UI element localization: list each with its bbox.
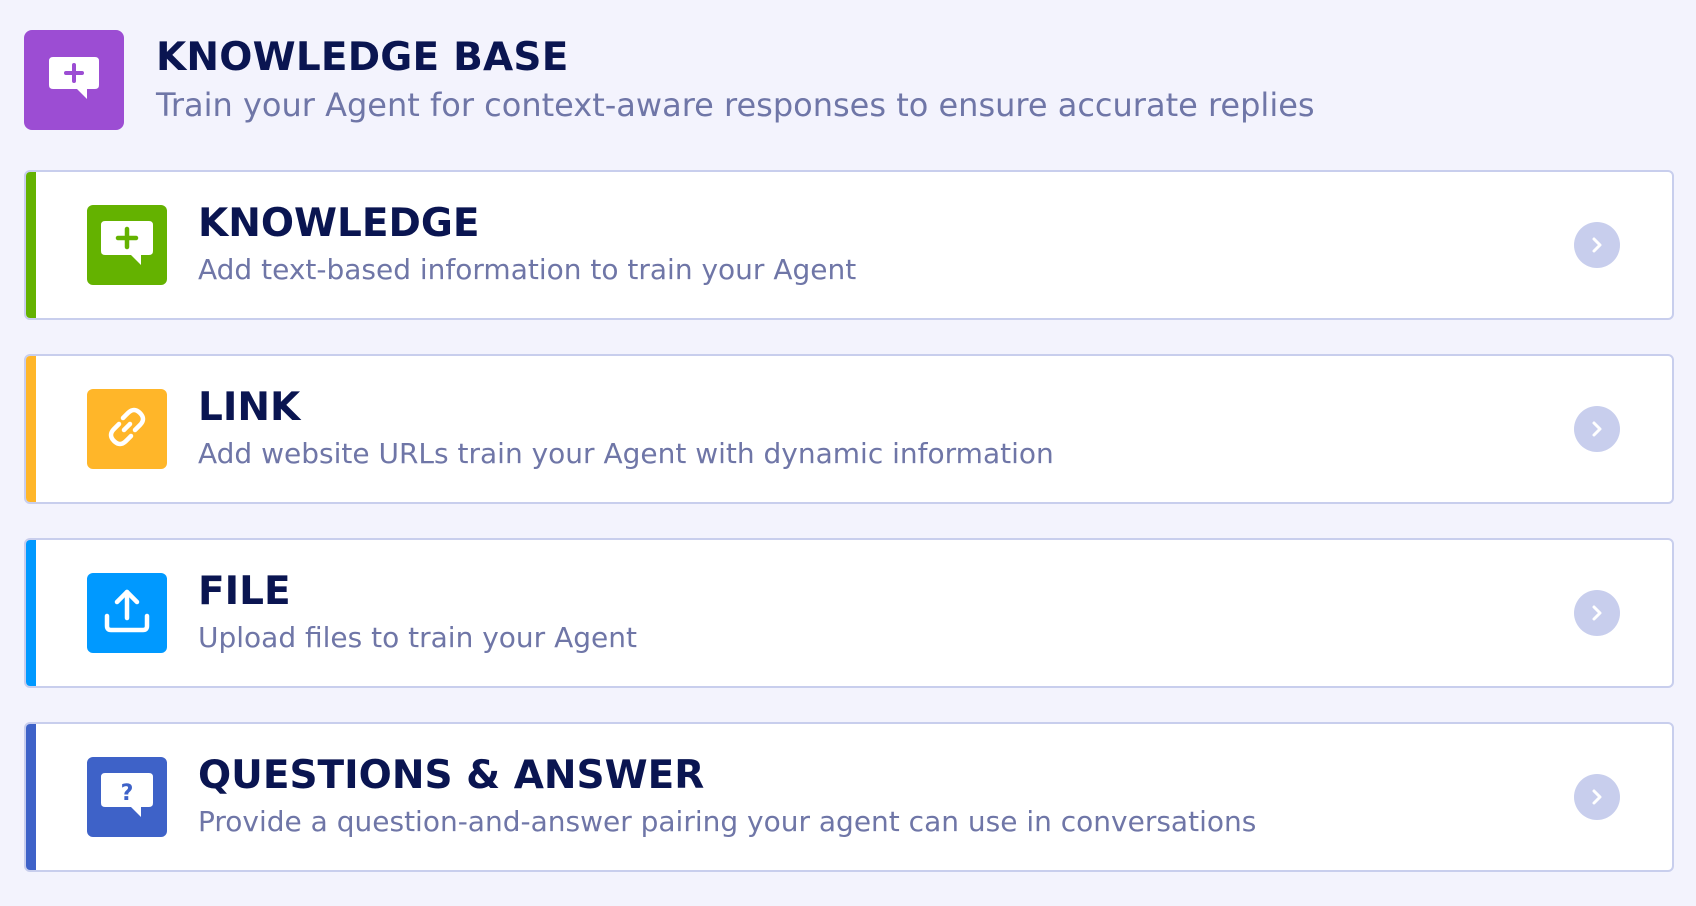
card-description: Upload files to train your Agent — [198, 621, 637, 654]
link-card[interactable]: LINK Add website URLs train your Agent w… — [24, 354, 1674, 504]
card-accent-bar — [26, 356, 36, 502]
link-icon-tile — [87, 389, 167, 469]
card-title: KNOWLEDGE — [198, 201, 480, 246]
source-card-list: KNOWLEDGE Add text-based information to … — [24, 170, 1674, 906]
chevron-right-icon[interactable] — [1574, 590, 1620, 636]
card-title: LINK — [198, 385, 301, 430]
page-subtitle: Train your Agent for context-aware respo… — [156, 86, 1315, 124]
questions-icon-tile: ? — [87, 757, 167, 837]
knowledge-icon-tile — [87, 205, 167, 285]
knowledge-base-page: KNOWLEDGE BASE Train your Agent for cont… — [0, 0, 1696, 900]
card-accent-bar — [26, 724, 36, 870]
questions-answer-card[interactable]: ? QUESTIONS & ANSWER Provide a question-… — [24, 722, 1674, 872]
card-title: QUESTIONS & ANSWER — [198, 753, 705, 798]
card-description: Add website URLs train your Agent with d… — [198, 437, 1054, 470]
chevron-right-icon[interactable] — [1574, 406, 1620, 452]
chevron-right-icon[interactable] — [1574, 774, 1620, 820]
chat-question-icon: ? — [99, 770, 155, 824]
file-icon-tile — [87, 573, 167, 653]
header-icon-tile — [24, 30, 124, 130]
card-accent-bar — [26, 172, 36, 318]
chat-plus-icon — [99, 218, 155, 272]
card-description: Add text-based information to train your… — [198, 253, 857, 286]
card-accent-bar — [26, 540, 36, 686]
upload-icon — [101, 585, 153, 641]
page-header: KNOWLEDGE BASE Train your Agent for cont… — [24, 30, 1315, 130]
link-icon — [102, 402, 152, 456]
chat-plus-icon — [47, 55, 101, 105]
page-title: KNOWLEDGE BASE — [156, 35, 569, 80]
file-card[interactable]: FILE Upload files to train your Agent — [24, 538, 1674, 688]
knowledge-card[interactable]: KNOWLEDGE Add text-based information to … — [24, 170, 1674, 320]
chevron-right-icon[interactable] — [1574, 222, 1620, 268]
card-description: Provide a question-and-answer pairing yo… — [198, 805, 1257, 838]
svg-text:?: ? — [121, 781, 134, 806]
card-title: FILE — [198, 569, 291, 614]
